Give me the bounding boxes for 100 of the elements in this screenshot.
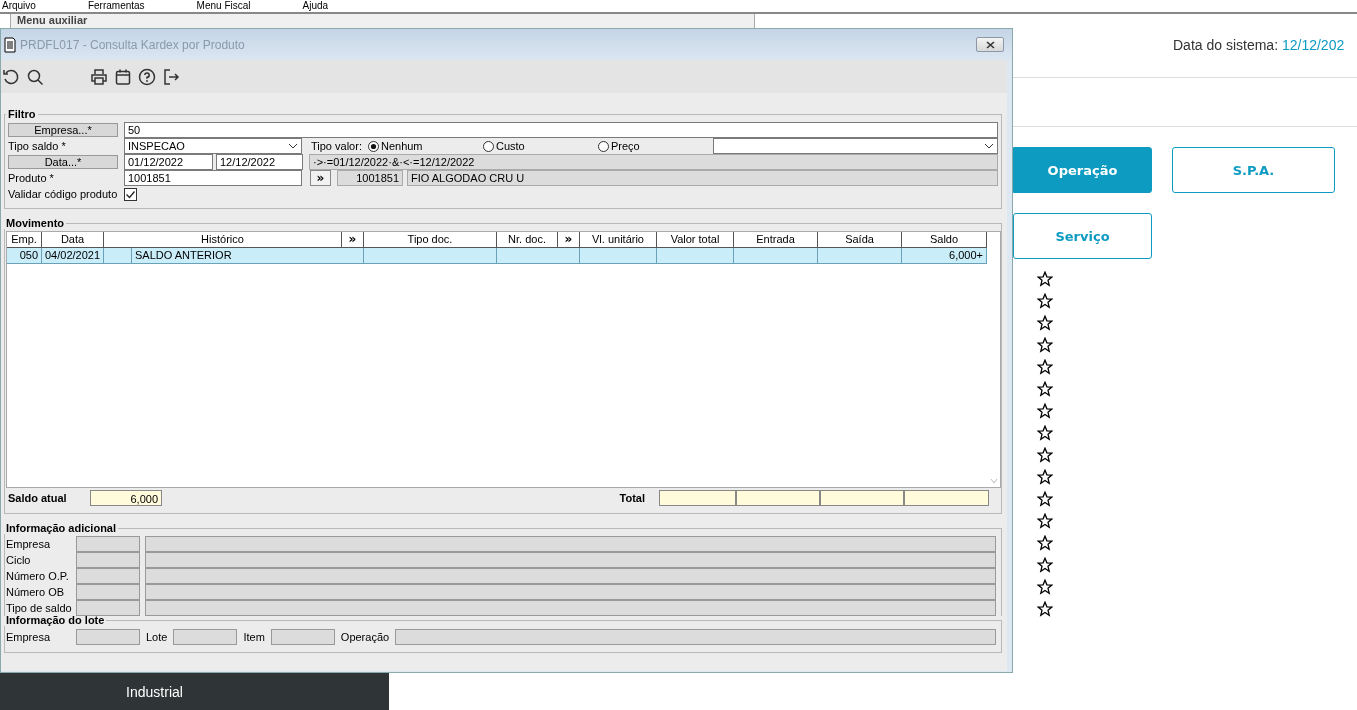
field-label: Número O.P. [6,570,70,582]
field-label: Operação [340,631,390,643]
undo-icon[interactable] [2,67,20,86]
dropdown[interactable]: INSPECAO [124,138,302,154]
radio-button[interactable] [482,140,494,152]
star-icon[interactable] [1037,579,1053,595]
table-row[interactable]: 050 04/02/2021 SALDO ANTERIOR 6,000+ [7,248,987,264]
menu-item[interactable]: Ferramentas [85,0,145,12]
field-label: Produto * [8,172,55,184]
date-field[interactable]: 01/12/2022 [124,154,213,170]
column-header[interactable]: Entrada [734,232,818,248]
checkbox[interactable] [124,187,138,201]
caret-icon [984,143,994,149]
field-label: Tipo saldo * [8,140,67,152]
radio-option[interactable]: Nenhum [367,140,483,152]
menu-item[interactable]: Arquivo [0,0,36,12]
star-icon[interactable] [1037,601,1053,617]
empresa-button[interactable]: Empresa...* [8,123,118,137]
exit-icon[interactable] [162,67,180,86]
dropdown-value: INSPECAO [128,139,185,153]
bottom-bar[interactable]: Industrial [0,673,389,710]
star-icon[interactable] [1037,557,1053,573]
star-icon[interactable] [1037,271,1053,287]
field-label: Empresa [6,631,52,643]
radio-label: Custo [495,140,525,152]
table-cell: 050 [7,248,42,264]
column-header[interactable]: Tipo doc. [364,232,497,248]
column-header[interactable]: Saldo [902,232,987,248]
menu-item[interactable]: Ajuda [300,0,329,12]
menu-item[interactable]: Menu Fiscal [194,0,251,12]
search-icon[interactable] [26,67,44,86]
expand-button[interactable]: » [558,232,580,248]
star-icon[interactable] [1037,513,1053,529]
star-icon[interactable] [1037,315,1053,331]
field-label: Saldo atual [7,492,68,504]
column-header[interactable]: Vl. unitário [580,232,657,248]
help-icon[interactable] [138,67,156,86]
column-header[interactable]: Saída [818,232,902,248]
group-title: Informação do lote [5,614,106,626]
readonly-field [76,552,140,568]
system-date: Data do sistema: 12/12/202 [1173,37,1346,55]
lookup-button[interactable]: » [310,170,331,186]
readonly-field [76,536,140,552]
radio-label: Nenhum [380,140,423,152]
readonly-field [76,584,140,600]
print-icon[interactable] [90,67,108,86]
window-title: PRDFL017 - Consulta Kardex por Produto [20,37,246,52]
product-description-field: FIO ALGODAO CRU U [407,170,998,186]
star-icon[interactable] [1037,337,1053,353]
bottom-bar-label: Industrial [126,683,183,700]
readonly-field [76,629,140,645]
readonly-field [173,629,238,645]
table-cell: 04/02/2021 [42,248,104,264]
field-label: Ciclo [6,554,32,566]
star-icon[interactable] [1037,381,1053,397]
group-title: Filtro [7,108,37,120]
radio-button[interactable] [367,140,379,152]
expression-field: ·>·=01/12/2022·&·<·=12/12/2022 [309,154,998,170]
group-title: Informação adicional [5,522,118,534]
radio-button[interactable] [597,140,609,152]
radio-label: Preço [610,140,640,152]
star-icon[interactable] [1037,447,1053,463]
dropdown[interactable] [712,138,998,154]
star-icon[interactable] [1037,403,1053,419]
field-label: Número OB [6,586,66,598]
caret-icon [288,143,298,149]
data-button[interactable]: Data...* [8,155,118,169]
close-icon [985,40,995,49]
column-header[interactable]: Data [42,232,104,248]
readonly-field [76,568,140,584]
expand-button[interactable]: » [342,232,364,248]
readonly-field [270,629,335,645]
column-header[interactable]: Valor total [657,232,734,248]
star-icon[interactable] [1037,293,1053,309]
field-label: Lote [146,631,168,643]
field-label: Total [619,492,645,504]
input-field[interactable]: 1001851 [124,170,302,186]
close-button[interactable] [976,37,1004,52]
star-icon[interactable] [1037,359,1053,375]
radio-option[interactable]: Custo [482,140,598,152]
calendar-icon[interactable] [114,67,132,86]
field-label: Tipo valor: [311,140,362,152]
star-icon[interactable] [1037,425,1053,441]
table-cell: 6,000+ [902,248,987,264]
star-icon[interactable] [1037,535,1053,551]
readonly-field [76,600,140,616]
column-header[interactable]: Nr. doc. [497,232,558,248]
column-header[interactable]: Histórico [104,232,342,248]
balance-field: 6,000 [90,490,162,506]
checkbox-label: Validar código produto [8,188,118,200]
star-icon[interactable] [1037,469,1053,485]
field-label: Tipo de saldo [6,602,73,614]
group-title: Movimento [5,217,66,229]
date-field[interactable]: 12/12/2022 [216,154,303,170]
field-label: Empresa [6,538,52,550]
column-header[interactable]: Emp. [7,232,42,248]
star-icon[interactable] [1037,491,1053,507]
product-code-field: 1001851 [337,170,403,186]
radio-option[interactable]: Preço [597,140,713,152]
input-field[interactable]: 50 [124,122,998,138]
